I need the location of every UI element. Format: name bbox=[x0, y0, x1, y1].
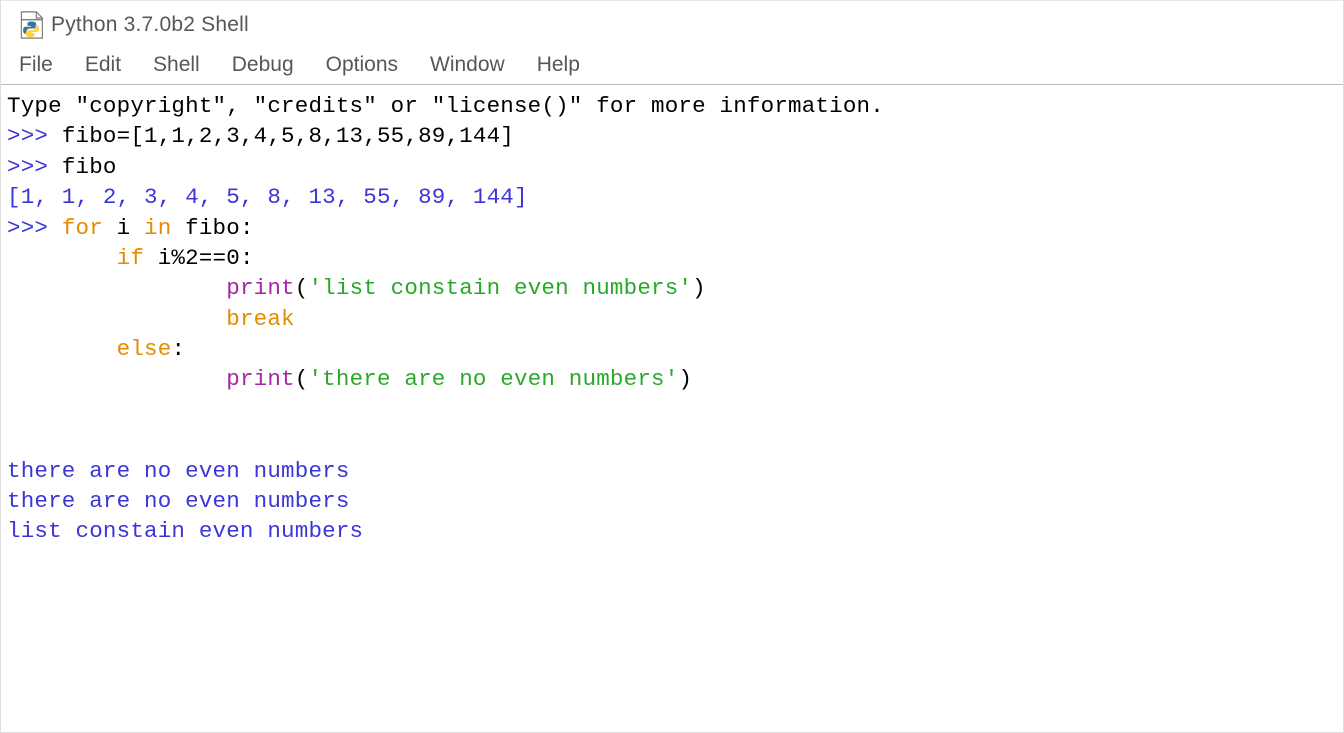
code-text: fibo: bbox=[171, 215, 253, 241]
menu-options[interactable]: Options bbox=[310, 49, 414, 81]
paren: ( bbox=[295, 366, 309, 392]
indent bbox=[7, 306, 226, 332]
paren: ) bbox=[692, 275, 706, 301]
shell-info-line: Type "copyright", "credits" or "license(… bbox=[7, 93, 884, 119]
string-literal: 'there are no even numbers' bbox=[308, 366, 678, 392]
builtin-print: print bbox=[226, 275, 295, 301]
window-title: Python 3.7.0b2 Shell bbox=[51, 13, 249, 37]
output-line: there are no even numbers bbox=[7, 458, 350, 484]
titlebar: Python 3.7.0b2 Shell bbox=[1, 1, 1343, 45]
menu-window[interactable]: Window bbox=[414, 49, 521, 81]
keyword-else: else bbox=[117, 336, 172, 362]
shell-text-area[interactable]: Type "copyright", "credits" or "license(… bbox=[1, 85, 1343, 553]
indent bbox=[7, 275, 226, 301]
colon: : bbox=[171, 336, 185, 362]
builtin-print: print bbox=[226, 366, 295, 392]
menu-help[interactable]: Help bbox=[521, 49, 596, 81]
code-line-2: fibo bbox=[62, 154, 117, 180]
code-text: i%2==0: bbox=[144, 245, 254, 271]
string-literal: 'list constain even numbers' bbox=[308, 275, 692, 301]
keyword-if: if bbox=[117, 245, 144, 271]
menu-edit[interactable]: Edit bbox=[69, 49, 137, 81]
indent bbox=[7, 366, 226, 392]
menubar: File Edit Shell Debug Options Window Hel… bbox=[1, 45, 1343, 85]
idle-shell-window: Python 3.7.0b2 Shell File Edit Shell Deb… bbox=[0, 0, 1344, 733]
menu-file[interactable]: File bbox=[13, 49, 69, 81]
output-line: there are no even numbers bbox=[7, 488, 350, 514]
menu-debug[interactable]: Debug bbox=[216, 49, 310, 81]
output-line: list constain even numbers bbox=[7, 518, 363, 544]
indent bbox=[7, 336, 117, 362]
keyword-in: in bbox=[144, 215, 171, 241]
paren: ( bbox=[295, 275, 309, 301]
output-repr: [1, 1, 2, 3, 4, 5, 8, 13, 55, 89, 144] bbox=[7, 184, 528, 210]
prompt: >>> bbox=[7, 154, 62, 180]
python-file-icon bbox=[17, 11, 45, 39]
code-text: i bbox=[103, 215, 144, 241]
indent bbox=[7, 245, 117, 271]
menu-shell[interactable]: Shell bbox=[137, 49, 216, 81]
keyword-for: for bbox=[62, 215, 103, 241]
prompt: >>> bbox=[7, 215, 62, 241]
paren: ) bbox=[678, 366, 692, 392]
keyword-break: break bbox=[226, 306, 295, 332]
code-line-1: fibo=[1,1,2,3,4,5,8,13,55,89,144] bbox=[62, 123, 514, 149]
prompt: >>> bbox=[7, 123, 62, 149]
